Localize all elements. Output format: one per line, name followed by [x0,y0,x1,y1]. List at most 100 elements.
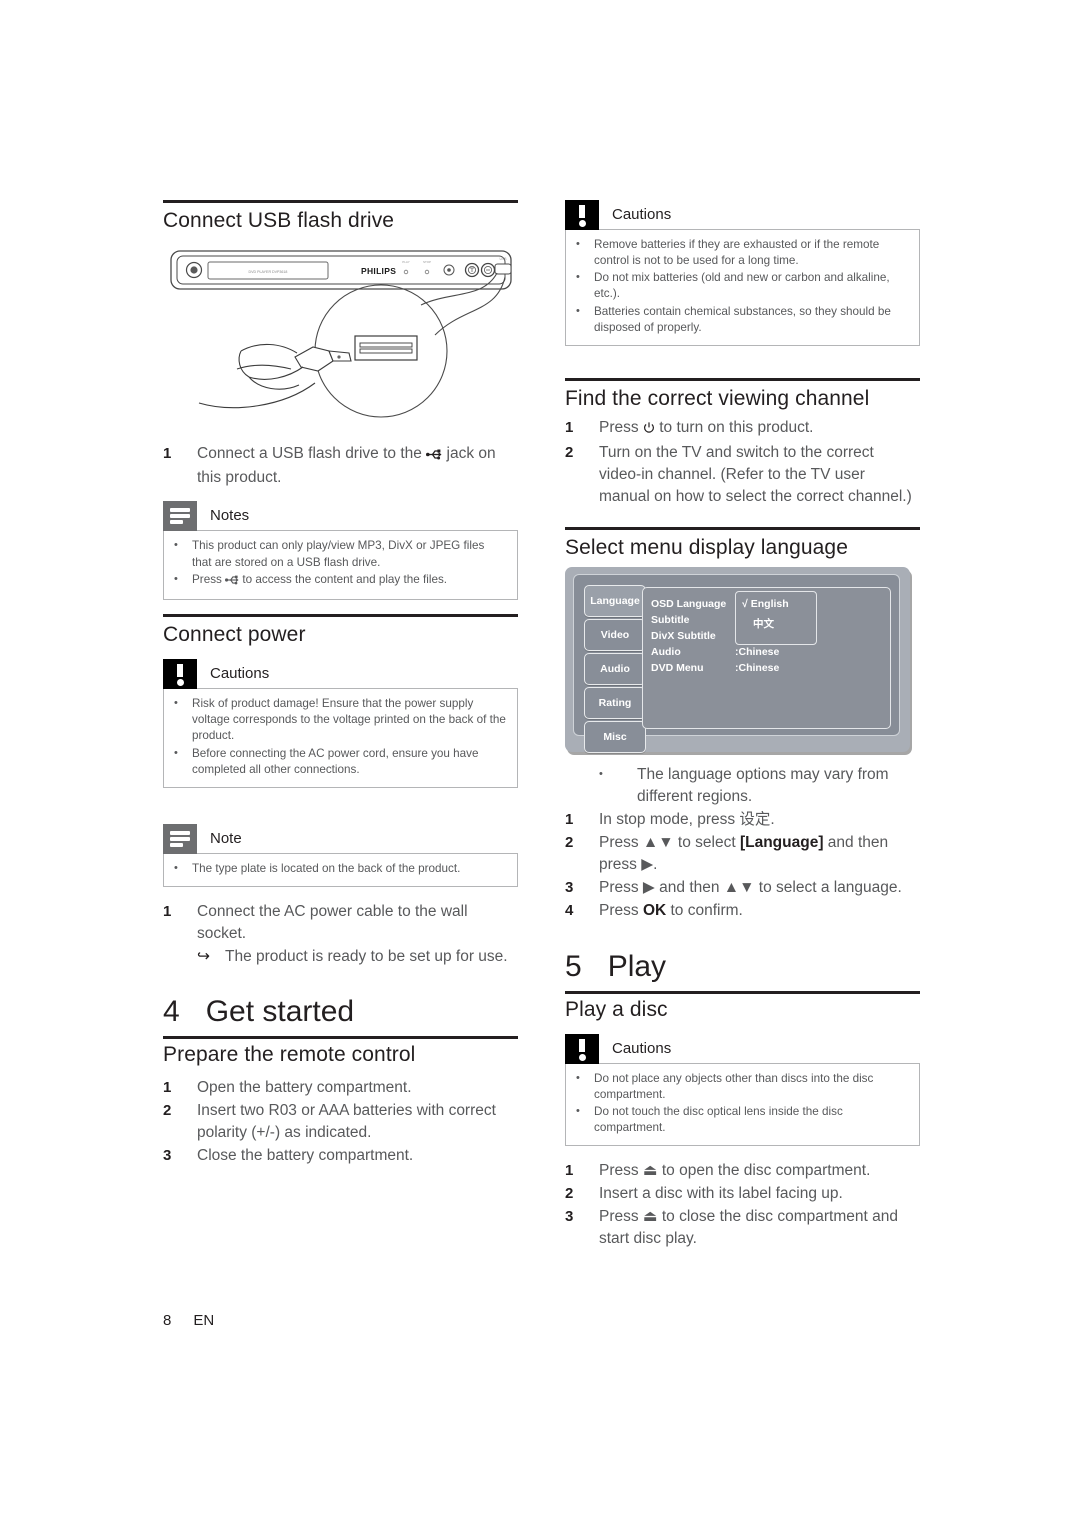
callout-body: • Remove batteries if they are exhausted… [565,229,920,346]
page-language-code: EN [193,1312,215,1329]
step-text: Close the battery compartment. [197,1147,414,1165]
callout-item-text-before: Press [192,572,222,586]
osd-tab-language[interactable]: Language [584,584,646,617]
step-text: Press ▲▼ to select [Language] and then p… [599,832,920,876]
usb-icon [426,445,442,467]
callout-title: Cautions [210,665,270,683]
osd-option-english[interactable]: √ English [736,596,816,612]
section-rule [163,1035,518,1039]
step-text: In stop mode, press 设定. [599,810,775,828]
section-rule [565,377,920,381]
callout-item-text: Do not touch the disc optical lens insid… [594,1105,843,1135]
osd-row-audio[interactable]: Audio :Chinese [651,644,815,660]
step-item: 3 Close the battery compartment. [163,1145,518,1167]
section-rule [163,613,518,617]
callout-item-text: The type plate is located on the back of… [192,861,461,875]
step-text-emphasis: OK [642,901,667,919]
bullet-dot: • [576,1105,580,1118]
callout-header: Cautions [565,200,920,230]
step-item: 1 Open the battery compartment. [163,1077,518,1099]
step-number: 3 [163,1147,172,1165]
callout-item-text: Risk of product damage! Ensure that the … [192,697,506,743]
osd-settings-panel: OSD Language Subtitle DivX Subtitle Audi… [642,586,891,729]
step-text: Turn on the TV and switch to the correct… [599,444,912,506]
step-text: Open the battery compartment. [197,1079,412,1097]
callout-item: • Do not touch the disc optical lens ins… [576,1104,909,1136]
step-number: 1 [565,810,574,828]
language-region-note-text: The language options may vary from diffe… [637,765,889,805]
callout-item-text: Do not mix batteries (old and new or car… [594,271,890,301]
step-item: 2 Insert two R03 or AAA batteries with c… [163,1100,518,1144]
notes-icon [163,823,197,854]
callout-item-text: Do not place any objects other than disc… [594,1071,874,1102]
bullet-dot: • [599,767,603,780]
callout-item: • Batteries contain chemical substances,… [576,304,909,336]
step-number: 3 [565,878,574,896]
step-text: Connect a USB flash drive to the jack on… [197,443,518,489]
step-text-after: to turn on this product. [659,419,814,437]
section-title-connect-usb: Connect USB flash drive [163,209,395,232]
osd-tab-misc[interactable]: Misc [584,720,646,753]
step-item: 1 Connect a USB flash drive to the jack … [163,443,518,489]
step-number: 3 [565,1208,574,1226]
section-title-select-language: Select menu display language [565,536,848,560]
result-arrow-icon: ↪ [197,947,210,965]
osd-row-label: Audio [651,645,681,658]
cautions-callout-batteries: Cautions • Remove batteries if they are … [565,200,920,346]
step-text-before: Connect a USB flash drive to the [197,445,422,463]
callout-body: • Risk of product damage! Ensure that th… [163,688,518,788]
osd-row-label: Subtitle [651,613,690,626]
cautions-callout-disc: Cautions • Do not place any objects othe… [565,1033,920,1147]
svg-text:DVD PLAYER DVP3618: DVD PLAYER DVP3618 [249,270,288,274]
power-icon [643,419,655,441]
callout-header: Note [163,823,518,854]
svg-text:USB: USB [500,257,508,261]
bullet-dot: • [174,861,178,874]
callout-item: • Before connecting the AC power cord, e… [174,746,507,778]
step-item: 4 Press OK to confirm. [565,900,920,922]
osd-tab-video[interactable]: Video [584,618,646,651]
usb-icon [225,574,239,590]
section-title-find-channel: Find the correct viewing channel [565,386,870,410]
caution-icon [163,659,197,690]
bullet-dot: • [576,238,580,250]
osd-tab-rating[interactable]: Rating [584,686,646,719]
osd-screen: Language Video Audio Rating Misc OSD Lan… [573,573,900,753]
right-column: Cautions • Remove batteries if they are … [565,200,920,1251]
osd-row-dvd-menu[interactable]: DVD Menu :Chinese [651,660,815,676]
steps-find-channel: 1 Press to turn on this product. 2 Turn … [565,417,920,508]
step-item: 3 Press ⏏ to close the disc compartment … [565,1206,920,1250]
callout-title: Note [210,829,242,847]
osd-row-label: OSD Language [651,597,727,610]
step-text-part: to confirm. [666,901,743,919]
callout-item-text: Remove batteries if they are exhausted o… [594,238,880,268]
chapter-heading-play: 5 Play [565,949,920,985]
callout-item: • The type plate is located on the back … [174,861,507,877]
osd-tab-audio[interactable]: Audio [584,652,646,685]
bullet-dot: • [174,572,178,585]
step-item: 1 Press ⏏ to open the disc compartment. [565,1160,920,1182]
section-rule [565,990,920,994]
step-text: Press OK to confirm. [599,900,920,922]
osd-language-submenu: √ English 中文 [735,590,817,645]
bullet-dot: • [576,1071,580,1084]
svg-text:PHILIPS: PHILIPS [361,266,396,276]
section-title-play-a-disc: Play a disc [565,997,668,1021]
page-footer: 8 EN [163,1312,214,1329]
step-item: 3 Press ▶ and then ▲▼ to select a langua… [565,877,920,899]
usb-connection-illustration: DVD PLAYER DVP3618 PHILIPS PLAY STOP USB [163,243,518,433]
callout-title: Cautions [612,206,672,223]
chapter-number: 4 [163,994,180,1028]
callout-header: Cautions [163,659,518,690]
steps-connect-usb: 1 Connect a USB flash drive to the jack … [163,443,518,489]
callout-item-text-after: to access the content and play the files… [242,572,448,586]
osd-setup-menu-screenshot: Language Video Audio Rating Misc OSD Lan… [565,566,910,753]
callout-body: • Do not place any objects other than di… [565,1062,920,1147]
osd-option-label: 中文 [753,617,774,630]
step-number: 1 [565,1162,574,1180]
step-number: 4 [565,901,574,919]
callout-item-text: This product can only play/view MP3, Div… [192,539,485,569]
callout-item: • This product can only play/view MP3, D… [174,538,507,570]
osd-option-chinese[interactable]: 中文 [736,616,816,632]
step-text: Press ⏏ to close the disc compartment an… [599,1208,898,1248]
